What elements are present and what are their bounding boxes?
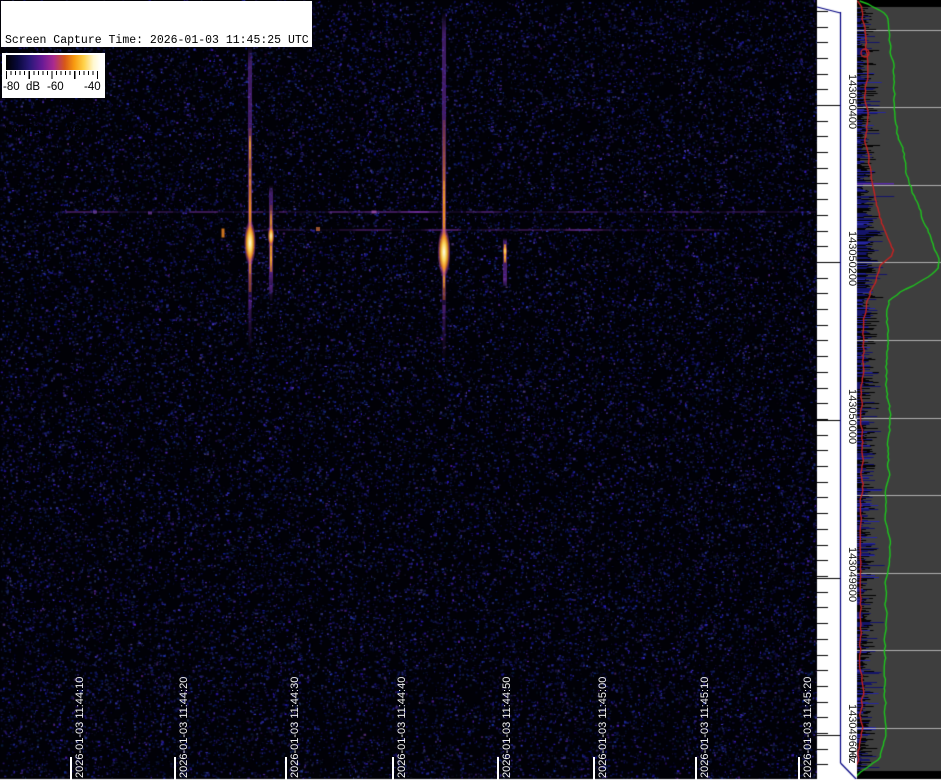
time-tick bbox=[695, 757, 697, 780]
scale-major-ticks bbox=[6, 71, 101, 79]
freq-label: 143050000 bbox=[846, 389, 858, 445]
time-label: 2026-01-03 11:45:20 bbox=[802, 676, 814, 778]
time-tick bbox=[285, 757, 287, 780]
time-tick bbox=[798, 757, 800, 780]
time-label: 2026-01-03 11:45:00 bbox=[597, 676, 609, 778]
config-text: Config = V8 bbox=[5, 124, 81, 137]
time-tick bbox=[497, 757, 499, 780]
time-label: 2026-01-03 11:44:50 bbox=[501, 676, 513, 778]
time-label: 2026-01-03 11:44:10 bbox=[74, 676, 86, 778]
time-label: 2026-01-03 11:44:30 bbox=[289, 676, 301, 778]
color-gradient-bar bbox=[6, 55, 101, 70]
time-tick bbox=[593, 757, 595, 780]
screen-capture: Screen Capture Time: 2026-01-03 11:45:25… bbox=[0, 0, 941, 783]
time-label: 2026-01-03 11:44:40 bbox=[396, 676, 408, 778]
time-label: 2026-01-03 11:45:10 bbox=[699, 676, 711, 778]
freq-unit-label: Hz bbox=[846, 750, 858, 764]
scale-label-80: -80 bbox=[3, 81, 20, 93]
info-box: Screen Capture Time: 2026-01-03 11:45:25… bbox=[1, 1, 312, 137]
scale-label-40: -40 bbox=[84, 81, 101, 93]
freq-label: 143050400 bbox=[846, 74, 858, 130]
color-scale-legend: -80 dB -60 -40 bbox=[2, 53, 105, 98]
capture-time-text: Screen Capture Time: 2026-01-03 11:45:25… bbox=[5, 34, 309, 47]
freq-label: 143050200 bbox=[846, 231, 858, 287]
scale-label-60: -60 bbox=[47, 81, 64, 93]
time-tick bbox=[392, 757, 394, 780]
freq-label: 143049800 bbox=[846, 547, 858, 603]
scale-label-db: dB bbox=[26, 81, 41, 93]
time-tick bbox=[174, 757, 176, 780]
time-tick bbox=[70, 757, 72, 780]
time-label: 2026-01-03 11:44:20 bbox=[178, 676, 190, 778]
